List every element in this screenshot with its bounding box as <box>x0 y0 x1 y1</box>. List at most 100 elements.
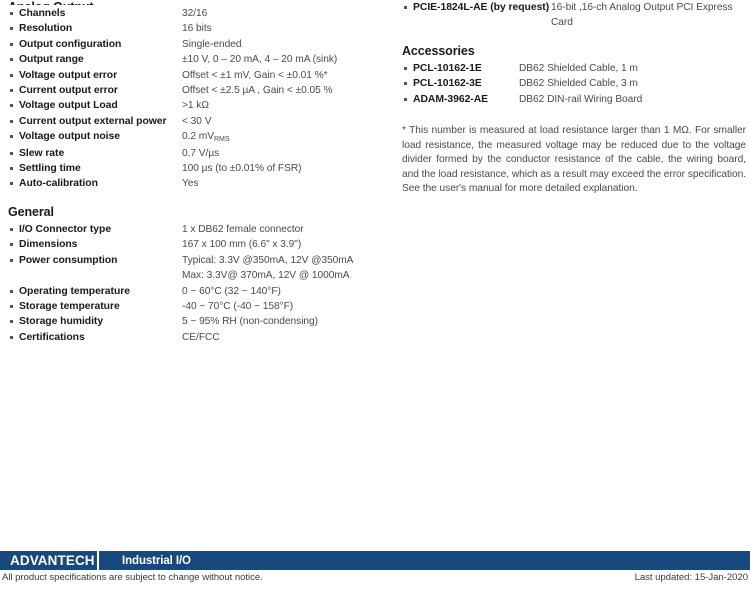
spec-label: Voltage output Load <box>19 100 118 112</box>
spec-row: Auto-calibration Yes <box>8 176 398 191</box>
spec-row: Certifications CE/FCC <box>8 330 398 345</box>
bullet-icon <box>8 253 19 262</box>
spec-value: Typical: 3.3V @350mA, 12V @350mA Max: 3.3… <box>182 253 398 284</box>
spec-label: Storage humidity <box>19 316 104 328</box>
spec-label: Slew rate <box>19 147 65 159</box>
spec-value: Offset < ±2.5 µA , Gain < ±0.05 % <box>182 85 333 97</box>
spec-row: Settling time 100 µs (to ±0.01% of FSR) <box>8 161 398 176</box>
spec-value: ±10 V, 0 – 20 mA, 4 – 20 mA (sink) <box>182 54 338 66</box>
bullet-icon <box>8 37 19 46</box>
spec-row: I/O Connector type 1 x DB62 female conne… <box>8 222 398 237</box>
spec-value-line-1: Typical: 3.3V @350mA, 12V @350mA <box>182 254 354 266</box>
spec-row: Current output error Offset < ±2.5 µA , … <box>8 83 398 98</box>
bullet-icon <box>8 52 19 62</box>
spec-label: Operating temperature <box>19 285 130 297</box>
spec-row: Current output external power < 30 V <box>8 114 398 129</box>
spec-value: 167 x 100 mm (6.6" x 3.9") <box>182 239 302 251</box>
bullet-icon <box>8 6 19 15</box>
advantech-logo: ADVANTECH <box>10 553 95 568</box>
left-column: Analog Output Channels 32/16 Resolution … <box>8 0 398 345</box>
spec-row: Voltage output noise 0.2 mVRMS <box>8 129 398 145</box>
spec-value-text: 0.2 mV <box>182 131 214 143</box>
bullet-icon <box>8 222 19 231</box>
bullet-icon <box>8 114 19 123</box>
spec-label: Certifications <box>19 331 85 343</box>
footnote-text: * This number is measured at load resist… <box>402 125 746 195</box>
spec-label: Storage temperature <box>19 300 120 312</box>
spec-value: -40 ~ 70°C (-40 ~ 158°F) <box>182 300 294 312</box>
spec-value: 0.2 mVRMS <box>182 129 398 145</box>
bullet-icon <box>8 68 19 77</box>
spec-value: DB62 Shielded Cable, 1 m <box>519 62 638 74</box>
bullet-icon <box>8 83 19 93</box>
spec-label: Settling time <box>19 163 81 175</box>
spec-row: Output configuration Single-ended <box>8 37 398 52</box>
spec-row: Slew rate 0.7 V/µs <box>8 146 398 161</box>
spec-label: Channels <box>19 8 66 19</box>
bullet-icon <box>8 237 19 247</box>
footer-section-label: Industrial I/O <box>122 554 191 567</box>
spec-label: I/O Connector type <box>19 223 112 235</box>
section-heading-general: General <box>8 204 54 219</box>
spec-row: ADAM-3962-AE DB62 DIN-rail Wiring Board <box>402 92 746 107</box>
spec-value: Yes <box>182 178 199 190</box>
spec-value: >1 kΩ <box>182 100 209 112</box>
footer-disclaimer: All product specifications are subject t… <box>2 572 263 583</box>
section-heading-analog-output: Analog Output <box>8 0 398 5</box>
spec-value: 16-bit ,16-ch Analog Output PCI Express … <box>551 2 733 29</box>
spec-row: Output range ±10 V, 0 – 20 mA, 4 – 20 mA… <box>8 52 398 67</box>
spec-value: 1 x DB62 female connector <box>182 223 304 235</box>
spec-label: Power consumption <box>19 254 118 266</box>
spec-label: PCIE-1824L-AE (by request) <box>413 2 550 13</box>
spec-row: Voltage output Load >1 kΩ <box>8 98 398 113</box>
bullet-icon <box>8 176 19 186</box>
spec-label: Voltage output noise <box>19 131 120 143</box>
spec-row: Resolution 16 bits <box>8 21 398 36</box>
spec-label: PCL-10162-1E <box>413 62 482 74</box>
spec-value-line-2: Max: 3.3V@ 370mA, 12V @ 1000mA <box>182 270 350 282</box>
spec-value: 16 bits <box>182 23 212 35</box>
page-footer: ADVANTECH Industrial I/O All product spe… <box>0 551 750 591</box>
bullet-icon <box>402 0 413 9</box>
bullet-icon <box>8 129 19 139</box>
logo-divider <box>97 551 99 570</box>
spec-label: PCL-10162-3E <box>413 78 482 90</box>
spec-label: Resolution <box>19 23 73 35</box>
spec-label: Current output external power <box>19 115 167 127</box>
spec-row: PCIE-1824L-AE (by request) 16-bit ,16-ch… <box>402 0 746 31</box>
footer-blue-bar <box>0 551 750 570</box>
spec-value: < 30 V <box>182 115 212 127</box>
spec-label: Output range <box>19 54 84 66</box>
bullet-icon <box>8 299 19 308</box>
right-column: PCIE-1824L-AE (by request) 16-bit ,16-ch… <box>402 0 746 197</box>
spec-label: ADAM-3962-AE <box>413 93 489 105</box>
bullet-icon <box>8 98 19 108</box>
spec-list-ordering: PCIE-1824L-AE (by request) 16-bit ,16-ch… <box>402 0 746 31</box>
spec-label: Voltage output error <box>19 69 118 81</box>
spec-value: Offset < ±1 mV, Gain < ±0.01 %* <box>182 69 328 81</box>
bullet-icon <box>8 146 19 155</box>
spec-row: Dimensions 167 x 100 mm (6.6" x 3.9") <box>8 237 398 252</box>
footer-last-updated: Last updated: 15-Jan-2020 <box>634 572 748 583</box>
spec-row: Channels 32/16 <box>8 6 398 21</box>
spec-value: 0.7 V/µs <box>182 147 220 159</box>
footnote-spacer <box>402 107 746 124</box>
spec-row: Operating temperature 0 ~ 60°C (32 ~ 140… <box>8 284 398 299</box>
bullet-icon <box>402 76 413 86</box>
bullet-icon <box>8 161 19 171</box>
bullet-icon <box>8 314 19 324</box>
spec-label: Output configuration <box>19 38 122 50</box>
section-heading-accessories: Accessories <box>402 43 475 58</box>
bullet-icon <box>8 21 19 31</box>
bullet-icon <box>402 61 413 70</box>
spec-value: 32/16 <box>182 8 208 19</box>
bullet-icon <box>402 92 413 101</box>
spec-value: 100 µs (to ±0.01% of FSR) <box>182 163 302 175</box>
spec-row: Storage temperature -40 ~ 70°C (-40 ~ 15… <box>8 299 398 314</box>
spec-row: PCL-10162-3E DB62 Shielded Cable, 3 m <box>402 76 746 91</box>
spec-value: 5 ~ 95% RH (non-condensing) <box>182 316 318 328</box>
spec-label: Current output error <box>19 85 118 97</box>
spec-value: 0 ~ 60°C (32 ~ 140°F) <box>182 285 281 297</box>
